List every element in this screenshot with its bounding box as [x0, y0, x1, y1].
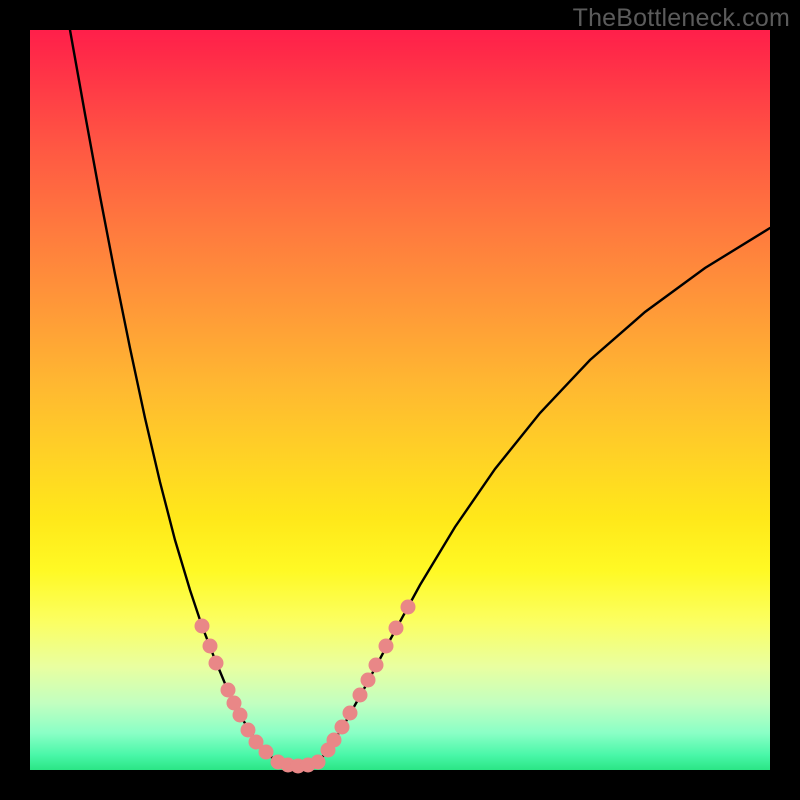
curve-dot — [369, 658, 384, 673]
curve-dot — [343, 706, 358, 721]
curve-dot — [327, 733, 342, 748]
curve-dot — [259, 745, 274, 760]
curve-dot — [389, 621, 404, 636]
curve-dot — [195, 619, 210, 634]
chart-frame: TheBottleneck.com — [0, 0, 800, 800]
curve-dot — [311, 755, 326, 770]
curve-dot — [379, 639, 394, 654]
curve-dot — [361, 673, 376, 688]
bottleneck-curve — [30, 30, 770, 770]
curve-dot — [221, 683, 236, 698]
curve-dot — [335, 720, 350, 735]
curve-path — [70, 30, 770, 766]
curve-dot — [401, 600, 416, 615]
curve-dot — [209, 656, 224, 671]
plot-area — [30, 30, 770, 770]
curve-dot — [353, 688, 368, 703]
curve-dot — [233, 708, 248, 723]
curve-dots — [195, 600, 416, 774]
curve-dot — [203, 639, 218, 654]
watermark-text: TheBottleneck.com — [573, 4, 790, 33]
